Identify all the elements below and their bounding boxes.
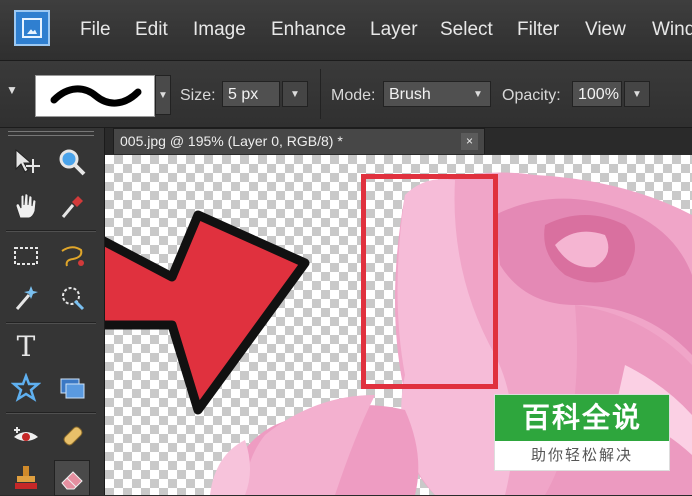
type-icon[interactable]: T	[8, 328, 44, 364]
menu-image[interactable]: Image	[193, 19, 246, 41]
watermark-subtitle: 助你轻松解决	[530, 447, 633, 464]
close-icon[interactable]: ×	[461, 133, 478, 150]
menu-bar: File Edit Image Enhance Layer Select Fil…	[0, 0, 692, 61]
mode-label: Mode:	[331, 87, 376, 104]
menu-view[interactable]: View	[585, 19, 626, 41]
opacity-dropdown-button[interactable]: ▼	[624, 81, 650, 107]
magic-wand-icon[interactable]	[8, 280, 44, 316]
menu-file[interactable]: File	[80, 19, 111, 41]
zoom-icon[interactable]	[54, 144, 90, 180]
custom-shape-icon[interactable]	[8, 370, 44, 406]
menu-filter[interactable]: Filter	[517, 19, 559, 41]
tools-divider	[6, 230, 96, 232]
marquee-icon[interactable]	[8, 238, 44, 274]
brush-stroke-icon	[50, 85, 142, 107]
size-input[interactable]: 5 px	[222, 81, 280, 107]
brush-preview[interactable]	[35, 75, 155, 117]
brush-picker-button[interactable]: ▼	[155, 75, 171, 115]
document-tab-bar: 005.jpg @ 195% (Layer 0, RGB/8) * ×	[105, 128, 692, 154]
watermark-title: 百科全说	[495, 395, 669, 441]
menu-edit[interactable]: Edit	[135, 19, 168, 41]
watermark-badge: 百科全说 助你轻松解决	[494, 394, 670, 471]
tools-panel: T	[0, 128, 105, 496]
menu-layer[interactable]: Layer	[370, 19, 418, 41]
layer-style-icon[interactable]	[54, 370, 90, 406]
eyedropper-icon[interactable]	[54, 188, 90, 224]
hand-icon[interactable]	[8, 188, 44, 224]
menu-enhance[interactable]: Enhance	[271, 19, 346, 41]
tools-divider	[6, 412, 96, 414]
healing-brush-icon[interactable]	[54, 418, 90, 454]
app-logo-icon[interactable]	[14, 10, 50, 46]
opacity-label: Opacity:	[502, 87, 561, 104]
menu-window[interactable]: Windo	[652, 19, 692, 41]
size-label: Size:	[180, 87, 216, 104]
move-icon[interactable]	[8, 144, 44, 180]
document-tab[interactable]: 005.jpg @ 195% (Layer 0, RGB/8) * ×	[113, 128, 485, 154]
tools-divider	[6, 322, 96, 324]
stamp-icon[interactable]	[8, 460, 44, 496]
lasso-icon[interactable]	[54, 238, 90, 274]
quick-selection-icon[interactable]	[54, 280, 90, 316]
opacity-input[interactable]: 100%	[572, 81, 622, 107]
panel-grip[interactable]	[8, 131, 94, 136]
document-tab-title: 005.jpg @ 195% (Layer 0, RGB/8) *	[120, 133, 343, 149]
options-divider	[320, 69, 321, 119]
eraser-icon[interactable]	[54, 460, 90, 496]
tool-options-bar: ▼ ▼ Size: 5 px ▼ Mode: Brush ▼ Opacity: …	[0, 61, 692, 128]
menu-select[interactable]: Select	[440, 19, 493, 41]
red-eye-icon[interactable]	[8, 418, 44, 454]
size-dropdown-button[interactable]: ▼	[282, 81, 308, 107]
mode-dropdown-icon[interactable]: ▼	[465, 81, 491, 107]
tool-preset-dropdown-icon[interactable]: ▼	[6, 83, 18, 97]
